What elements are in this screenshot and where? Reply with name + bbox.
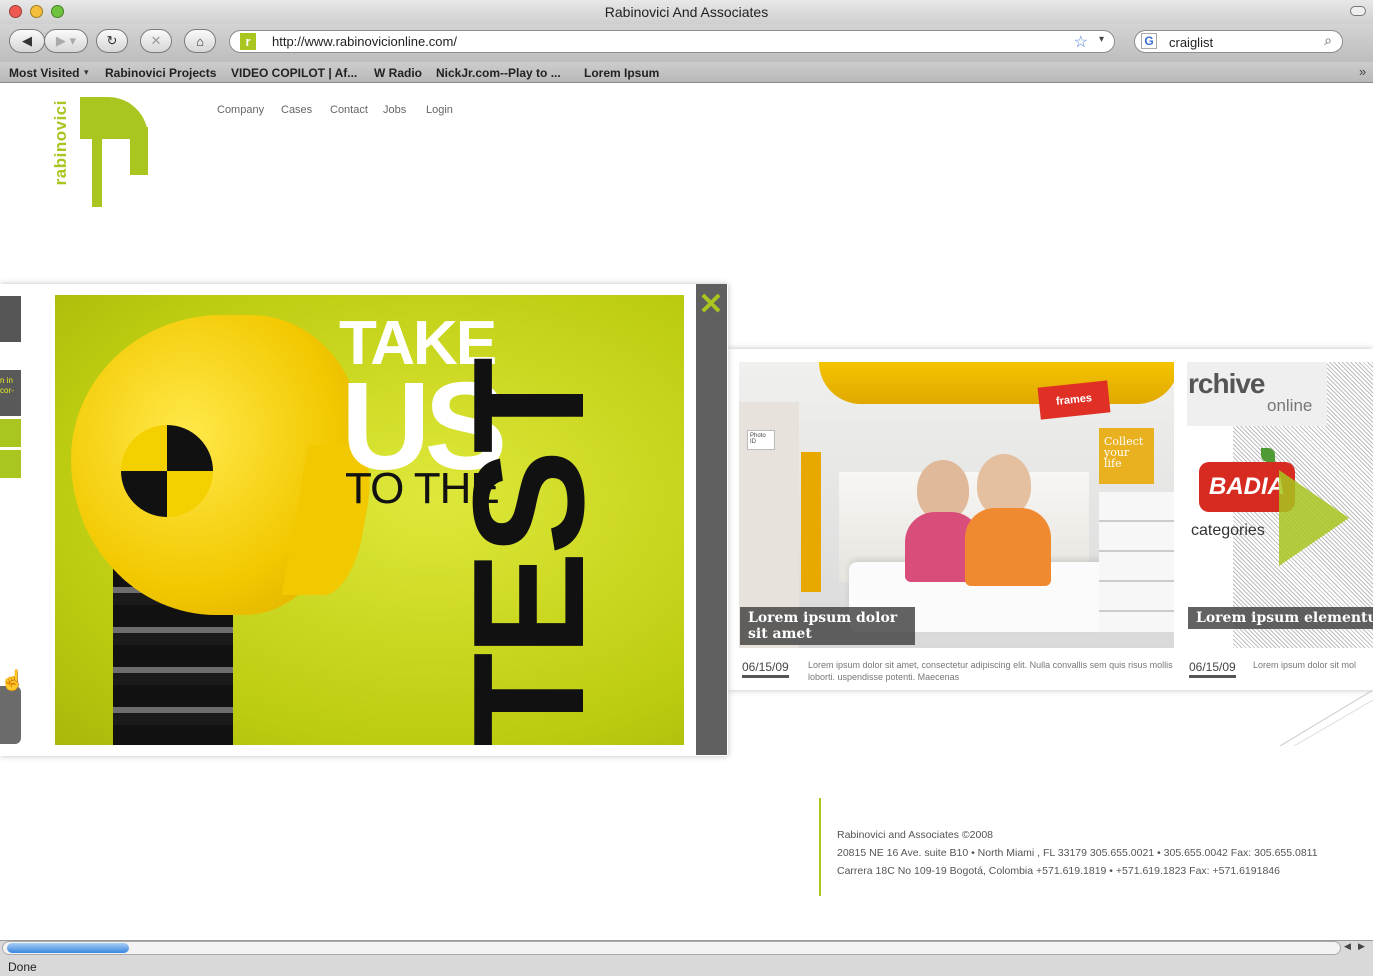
archive-brand: rchive	[1188, 368, 1265, 399]
footer-copyright: Rabinovici and Associates ©2008	[837, 829, 993, 841]
popup-side-tab-4[interactable]	[0, 686, 21, 744]
search-field[interactable]: G craiglist ⌕	[1134, 30, 1343, 53]
window-titlebar: Rabinovici And Associates	[0, 0, 1373, 24]
home-button[interactable]: ⌂	[184, 29, 216, 53]
archive-brand-sub: online	[1267, 396, 1313, 415]
forward-arrow-icon: ▶ ▾	[55, 33, 77, 48]
window-title: Rabinovici And Associates	[604, 4, 769, 20]
popup-side-tab-1[interactable]	[0, 296, 21, 342]
toolbar-toggle-button[interactable]	[1350, 6, 1366, 16]
horizontal-scrollbar[interactable]	[2, 941, 1341, 955]
frames-sign: frames	[1037, 380, 1111, 420]
badia-text: BADIA	[1209, 473, 1285, 500]
scrollbar-thumb[interactable]	[7, 943, 129, 953]
back-arrow-icon: ◀	[22, 33, 32, 48]
decorative-lines	[1280, 690, 1373, 746]
url-bar[interactable]: r http://www.rabinovicionline.com/ ☆ ▾	[229, 30, 1115, 53]
nav-company[interactable]: Company	[217, 104, 264, 116]
case-photo-archive[interactable]: rchive online BADIA categories	[1187, 362, 1373, 648]
popup-side-tab-2[interactable]	[0, 419, 21, 447]
bookmark-nickjr[interactable]: NickJr.com--Play to ...	[436, 66, 561, 80]
close-popup-icon[interactable]: ✕	[698, 290, 724, 320]
scroll-left-icon[interactable]: ◀	[1344, 941, 1351, 952]
zoom-window-button[interactable]	[51, 5, 64, 18]
popup-side-tab-3[interactable]	[0, 450, 21, 478]
footer-address: Rabinovici and Associates ©2008 20815 NE…	[837, 826, 1318, 880]
case-blurb-1: Lorem ipsum dolor sit amet, consectetur …	[808, 660, 1173, 682]
home-icon: ⌂	[196, 33, 204, 49]
site-favicon-icon: r	[240, 33, 256, 50]
most-visited-chevron-down-icon: ▾	[84, 67, 89, 77]
footer-accent-line	[819, 798, 821, 896]
reload-icon: ↻	[106, 33, 118, 48]
bookmarks-overflow-icon[interactable]: »	[1359, 64, 1366, 79]
search-magnifier-icon[interactable]: ⌕	[1324, 32, 1332, 49]
scroll-right-icon[interactable]: ▶	[1358, 941, 1365, 952]
nav-login[interactable]: Login	[426, 104, 453, 116]
bookmark-star-icon[interactable]: ☆	[1074, 32, 1088, 52]
nav-jobs[interactable]: Jobs	[383, 104, 406, 116]
case-caption-2[interactable]: Lorem ipsum elementum honcus tortor	[1188, 607, 1373, 629]
footer-miami-address: 20815 NE 16 Ave. suite B10 • North Miami…	[837, 847, 1318, 859]
collect-sign: Collect your life	[1099, 428, 1154, 484]
popup-side-bar	[696, 284, 727, 755]
nav-contact[interactable]: Contact	[330, 104, 368, 116]
bookmark-video-copilot[interactable]: VIDEO COPILOT | Af...	[231, 66, 357, 80]
rabinovici-logo[interactable]: rabinovici	[48, 97, 148, 207]
bookmark-w-radio[interactable]: W Radio	[374, 66, 422, 80]
back-button[interactable]: ◀	[9, 29, 45, 53]
case-blurb-2: Lorem ipsum dolor sit mol	[1253, 660, 1357, 670]
leaf-icon	[1261, 448, 1275, 462]
crash-test-target-icon	[121, 425, 213, 517]
search-text: craiglist	[1169, 35, 1214, 50]
photo-id-sign: Photo ID	[747, 430, 775, 450]
case-date-1: 06/15/09	[742, 660, 789, 678]
status-text: Done	[8, 960, 37, 974]
bookmark-lorem-ipsum[interactable]: Lorem Ipsum	[584, 66, 659, 80]
stop-icon: ✕	[150, 33, 162, 48]
logo-wordmark: rabinovici	[51, 100, 70, 186]
nav-cases[interactable]: Cases	[281, 104, 312, 116]
url-history-dropdown-icon[interactable]: ▾	[1099, 34, 1104, 45]
categories-label: categories	[1191, 522, 1265, 539]
hero-line-test: TEST	[441, 361, 617, 745]
arrow-right-icon	[1279, 470, 1349, 566]
hand-cursor-icon: ☝	[0, 670, 25, 692]
forward-button[interactable]: ▶ ▾	[44, 29, 88, 53]
case-caption-1[interactable]: Lorem ipsum dolor sit amet	[740, 607, 915, 645]
bookmark-rabinovici-projects[interactable]: Rabinovici Projects	[105, 66, 216, 80]
case-date-2: 06/15/09	[1189, 660, 1236, 678]
popup-side-snippet: n in cor-	[0, 370, 21, 416]
stop-button[interactable]: ✕	[140, 29, 172, 53]
minimize-window-button[interactable]	[30, 5, 43, 18]
url-text: http://www.rabinovicionline.com/	[272, 34, 457, 49]
case-photo-store[interactable]: frames Collect your life Photo ID	[739, 362, 1174, 648]
hero-banner[interactable]: TAKE US TO THE TEST	[55, 295, 684, 745]
close-window-button[interactable]	[9, 5, 22, 18]
reload-button[interactable]: ↻	[96, 29, 128, 53]
google-engine-icon[interactable]: G	[1141, 33, 1157, 49]
bookmark-most-visited[interactable]: Most Visited	[9, 66, 79, 80]
footer-bogota-address: Carrera 18C No 109-19 Bogotá, Colombia +…	[837, 865, 1280, 877]
